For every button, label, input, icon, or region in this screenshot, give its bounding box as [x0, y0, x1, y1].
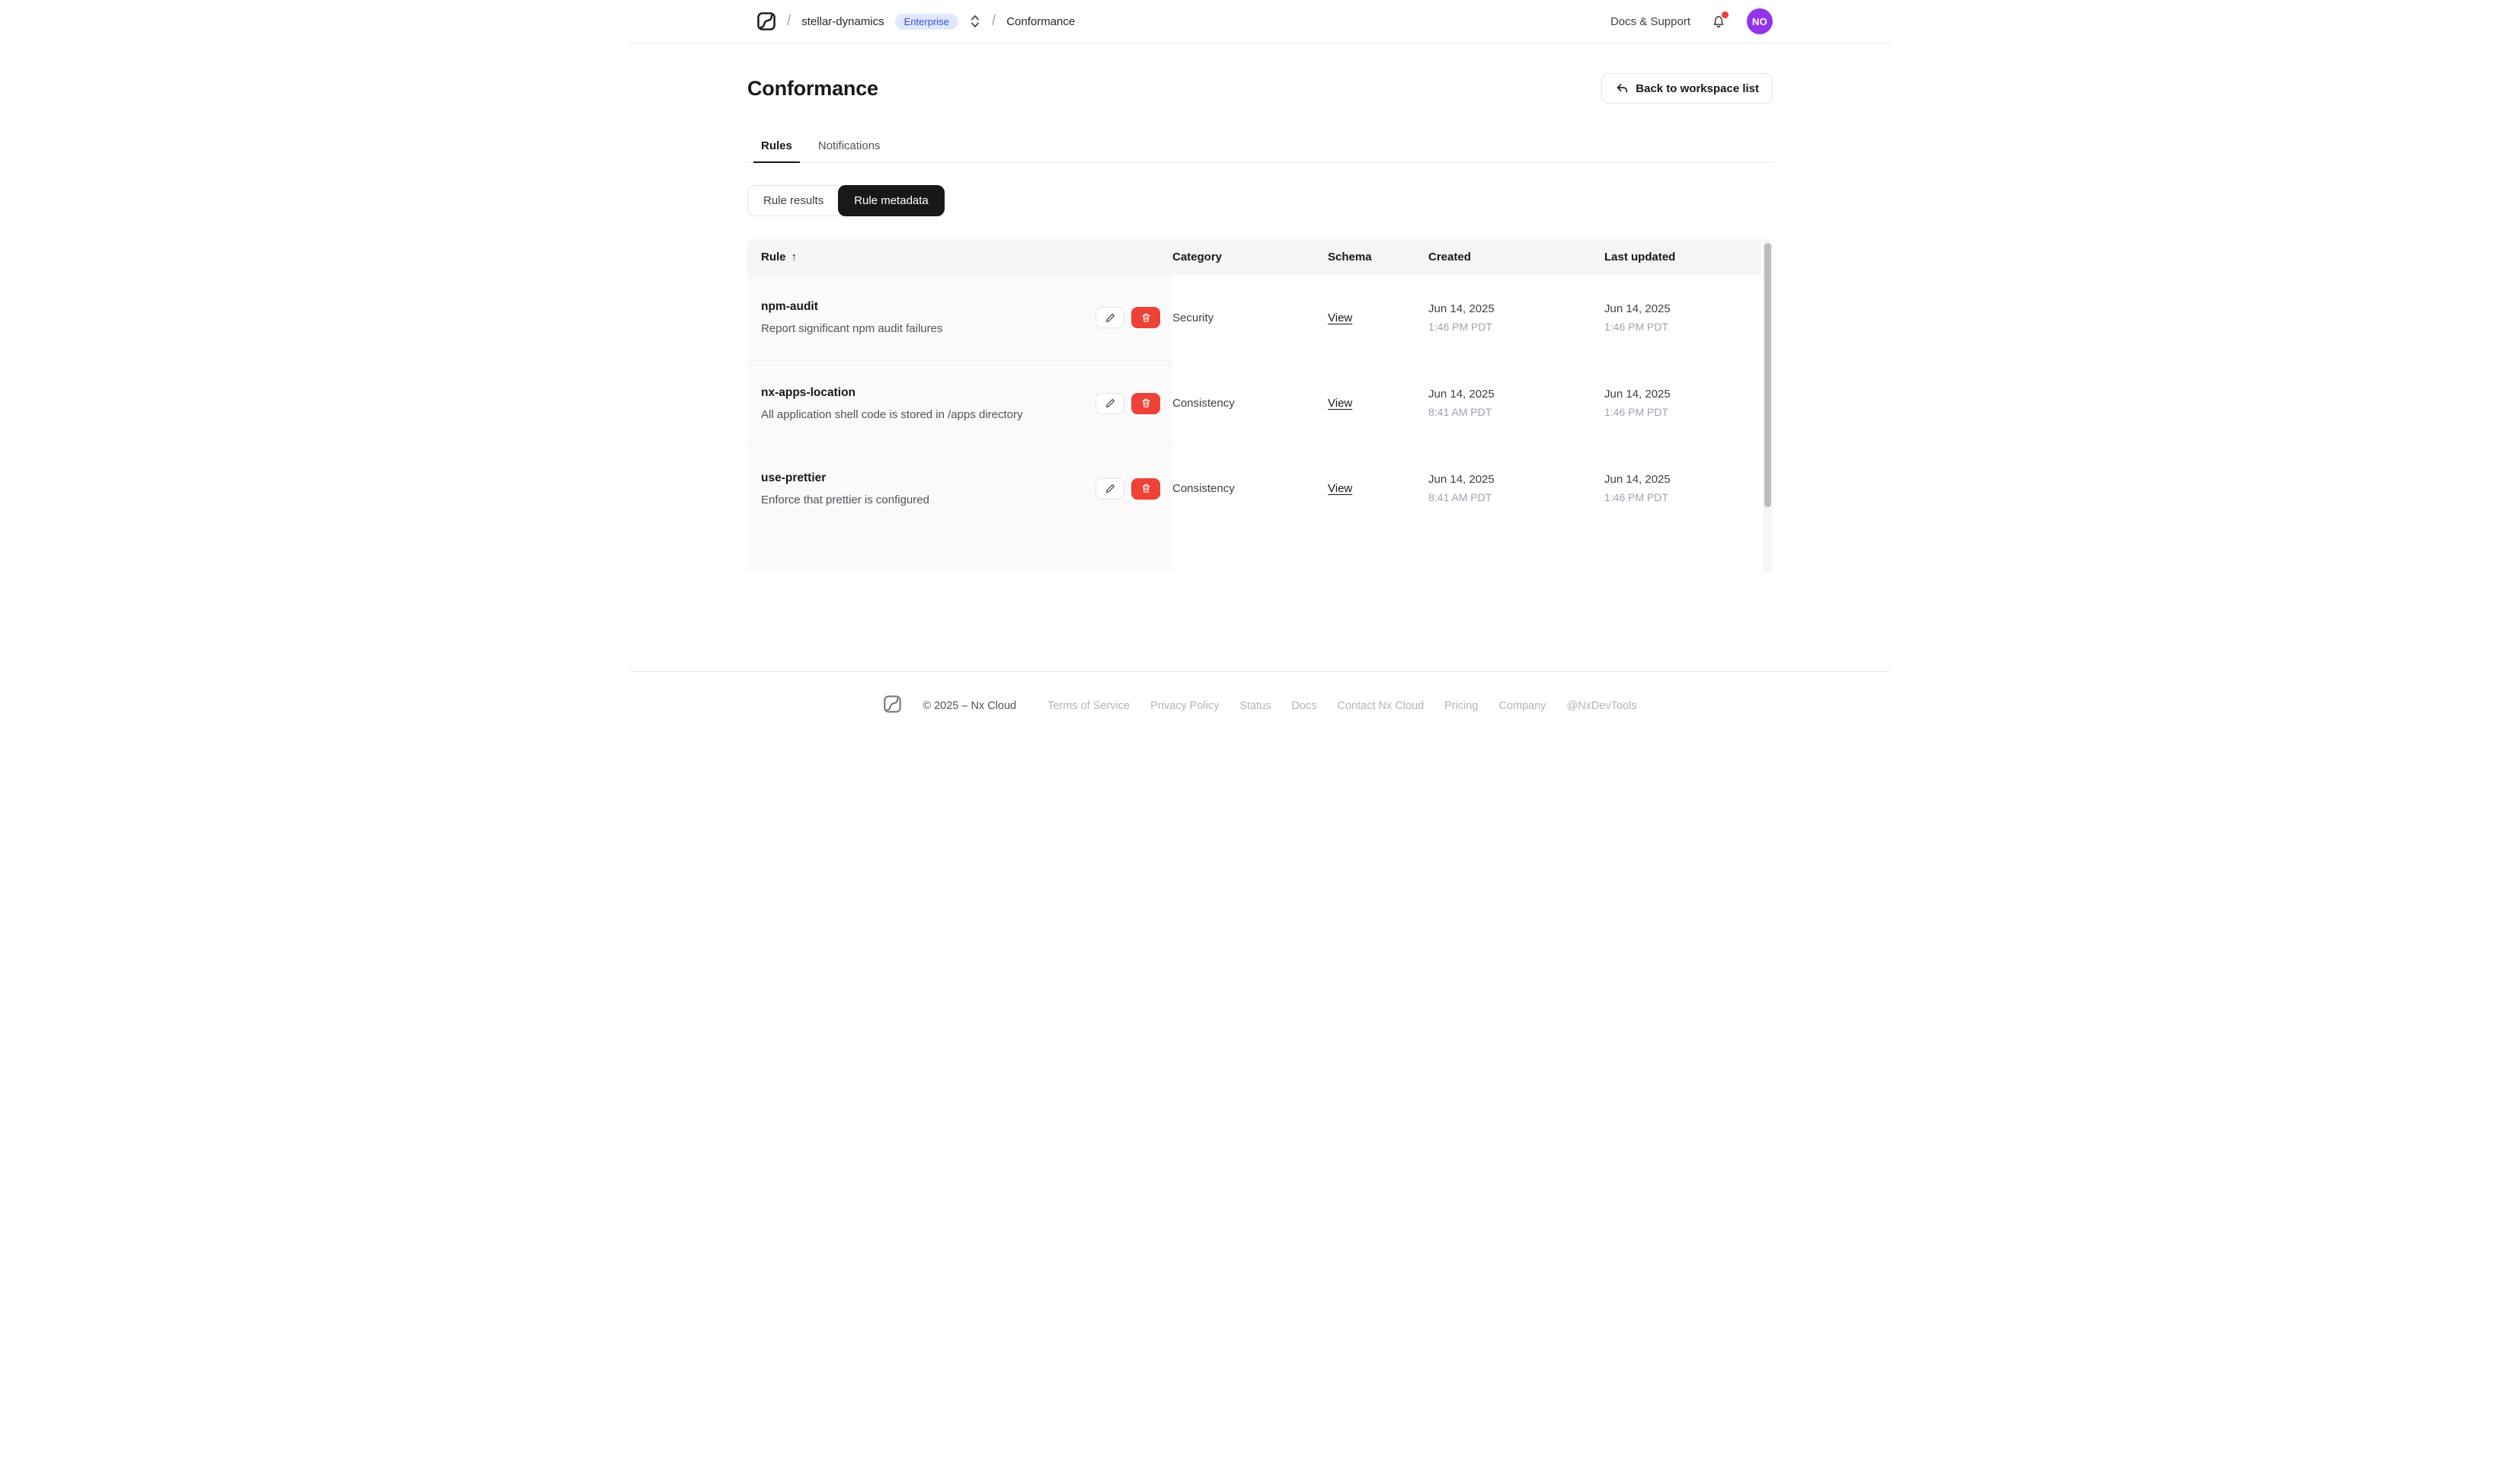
breadcrumb: / stellar-dynamics Enterprise / Conforma… — [747, 11, 1075, 31]
page-footer: © 2025 – Nx Cloud Terms of Service Priva… — [630, 671, 1890, 740]
notification-dot — [1722, 11, 1729, 18]
chevron-up-down-icon — [971, 15, 979, 27]
updated-time: 1:46 PM PDT — [1604, 406, 1669, 418]
footer-link-contact[interactable]: Contact Nx Cloud — [1338, 700, 1425, 712]
created-time: 8:41 AM PDT — [1428, 406, 1492, 418]
top-navbar: / stellar-dynamics Enterprise / Conforma… — [630, 0, 1890, 43]
created-time: 8:41 AM PDT — [1428, 491, 1492, 503]
schema-view-link[interactable]: View — [1328, 311, 1352, 324]
created-date: Jun 14, 2025 — [1428, 388, 1495, 401]
column-header-category: Category — [1172, 251, 1223, 264]
footer-link-status[interactable]: Status — [1239, 700, 1271, 712]
pencil-icon — [1105, 399, 1114, 407]
delete-rule-button[interactable] — [1131, 478, 1160, 500]
rule-description: All application shell code is stored in … — [761, 407, 1023, 421]
notifications-bell-button[interactable] — [1710, 11, 1729, 30]
rule-results-segment[interactable]: Rule results — [748, 186, 839, 216]
schema-view-link[interactable]: View — [1328, 397, 1352, 410]
trash-icon — [1141, 313, 1150, 322]
pencil-icon — [1105, 484, 1114, 493]
plan-badge: Enterprise — [894, 13, 958, 30]
sort-asc-icon: ↑ — [791, 251, 798, 264]
edit-rule-button[interactable] — [1095, 478, 1124, 500]
updated-time: 1:46 PM PDT — [1604, 321, 1669, 333]
docs-support-link[interactable]: Docs & Support — [1610, 15, 1690, 28]
column-header-rule[interactable]: Rule ↑ — [747, 251, 1172, 264]
tab-rules[interactable]: Rules — [753, 139, 800, 163]
table-row: npm-audit Report significant npm audit f… — [747, 275, 1773, 360]
created-time: 1:46 PM PDT — [1428, 321, 1493, 333]
breadcrumb-separator: / — [787, 13, 791, 29]
edit-rule-button[interactable] — [1095, 392, 1124, 414]
column-header-rule-label: Rule — [761, 251, 786, 264]
updated-time: 1:46 PM PDT — [1604, 491, 1669, 503]
breadcrumb-separator: / — [991, 13, 996, 29]
rule-name: use-prettier — [761, 471, 827, 484]
created-date: Jun 14, 2025 — [1428, 302, 1495, 315]
delete-rule-button[interactable] — [1131, 392, 1160, 414]
trash-icon — [1141, 484, 1150, 493]
created-date: Jun 14, 2025 — [1428, 473, 1495, 486]
rule-metadata-table: Rule ↑ Category Schema Created Last upda… — [747, 239, 1773, 572]
footer-link-docs[interactable]: Docs — [1291, 700, 1316, 712]
column-header-schema: Schema — [1328, 251, 1372, 264]
page-title: Conformance — [747, 76, 878, 100]
column-header-created: Created — [1428, 251, 1471, 264]
nx-footer-logo-icon — [883, 695, 902, 717]
rule-category: Security — [1172, 311, 1214, 324]
user-avatar[interactable]: NO — [1747, 8, 1773, 34]
rule-metadata-segment[interactable]: Rule metadata — [838, 185, 945, 216]
rule-description: Report significant npm audit failures — [761, 322, 943, 335]
delete-rule-button[interactable] — [1131, 307, 1160, 328]
footer-link-terms[interactable]: Terms of Service — [1047, 700, 1130, 712]
tab-notifications[interactable]: Notifications — [811, 139, 888, 162]
trash-icon — [1141, 398, 1150, 407]
tab-bar: Rules Notifications — [747, 139, 1773, 163]
table-scrollbar-thumb[interactable] — [1764, 243, 1771, 507]
nx-logo-icon[interactable] — [756, 11, 776, 31]
rule-description: Enforce that prettier is configured — [761, 493, 929, 506]
footer-link-company[interactable]: Company — [1498, 700, 1546, 712]
pencil-icon — [1105, 313, 1114, 322]
footer-link-nxdevtools[interactable]: @NxDevTools — [1567, 700, 1637, 712]
copyright-text: © 2025 – Nx Cloud — [923, 699, 1017, 712]
schema-view-link[interactable]: View — [1328, 482, 1352, 495]
footer-link-pricing[interactable]: Pricing — [1444, 700, 1478, 712]
rule-category: Consistency — [1172, 396, 1235, 410]
rule-name: nx-apps-location — [761, 385, 856, 399]
updated-date: Jun 14, 2025 — [1604, 473, 1671, 486]
updated-date: Jun 14, 2025 — [1604, 388, 1671, 401]
back-arrow-icon — [1617, 84, 1628, 93]
rule-category: Consistency — [1172, 481, 1235, 495]
table-row: nx-apps-location All application shell c… — [747, 360, 1773, 446]
rule-name: npm-audit — [761, 300, 818, 313]
breadcrumb-workspace[interactable]: stellar-dynamics — [801, 15, 884, 28]
table-bottom-spacer — [747, 531, 1773, 572]
back-to-workspace-list-button[interactable]: Back to workspace list — [1601, 73, 1773, 104]
table-header-row: Rule ↑ Category Schema Created Last upda… — [747, 239, 1773, 275]
updated-date: Jun 14, 2025 — [1604, 302, 1671, 315]
back-button-label: Back to workspace list — [1636, 81, 1759, 95]
workspace-switcher-button[interactable] — [969, 13, 981, 30]
edit-rule-button[interactable] — [1095, 307, 1124, 328]
footer-link-privacy[interactable]: Privacy Policy — [1150, 700, 1219, 712]
breadcrumb-page[interactable]: Conformance — [1006, 15, 1075, 28]
rule-view-segmented-control: Rule results Rule metadata — [747, 185, 945, 216]
column-header-last-updated: Last updated — [1604, 251, 1676, 264]
table-scrollbar-track[interactable] — [1761, 239, 1773, 572]
table-row: use-prettier Enforce that prettier is co… — [747, 446, 1773, 531]
